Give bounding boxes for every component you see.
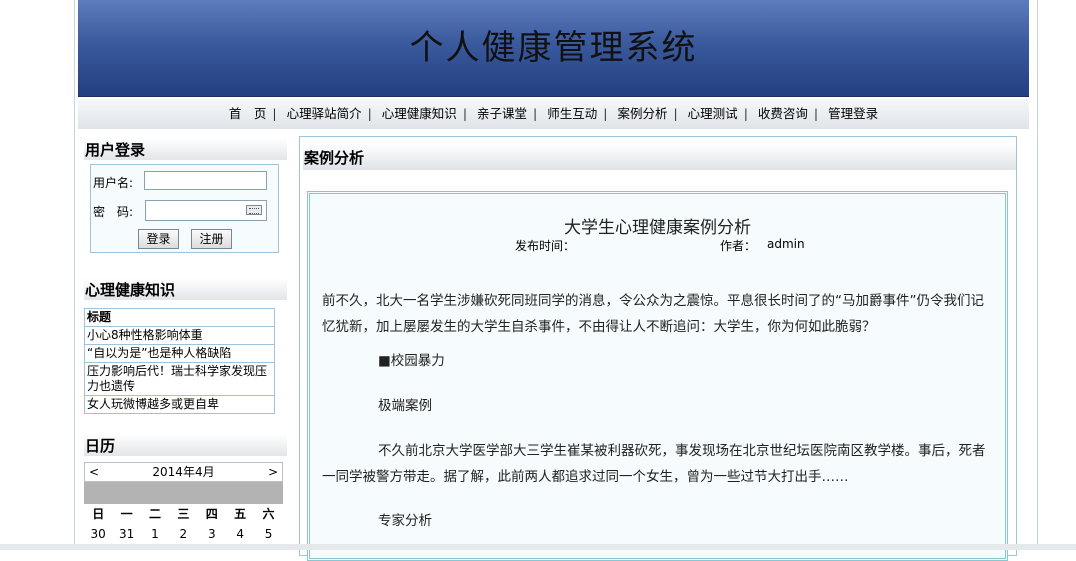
article-section-heading: ■校园暴力 [378,353,445,369]
weekday: 一 [120,507,133,521]
nav-home[interactable]: 首 页 [223,99,273,129]
nav-interaction[interactable]: 师生互动 [541,99,603,129]
username-label: 用户名: [93,176,134,190]
calendar-header: < 2014年4月 > [84,462,283,482]
calendar-band [84,482,283,504]
nav-separator: | [367,106,372,121]
article-title: 大学生心理健康案例分析 [564,218,751,238]
article-container [307,191,1008,561]
login-button[interactable]: 登录 [138,229,179,249]
author-label: 作者： [720,239,757,253]
nav-separator: | [533,106,538,121]
calendar-weekdays: 日 一 二 三 四 五 六 [84,504,283,524]
weekday: 二 [148,507,161,521]
nav-test[interactable]: 心理测试 [682,99,744,129]
knowledge-item[interactable]: 女人玩微博越多或更自卑 [84,395,275,414]
publish-time-label: 发布时间： [515,239,576,253]
nav-knowledge[interactable]: 心理健康知识 [376,99,463,129]
nav-separator: | [603,106,608,121]
login-form: 用户名: 密 码: 登录 注册 [90,164,279,253]
weekday: 六 [262,507,275,521]
login-title: 用户登录 [84,138,287,160]
calendar-week: 30 31 1 2 3 4 5 [84,524,283,544]
knowledge-header: 标题 [84,308,275,327]
calendar-day[interactable]: 5 [254,524,282,544]
calendar-day[interactable]: 31 [112,524,140,544]
nav-admin-login[interactable]: 管理登录 [822,99,884,129]
calendar-month: 2014年4月 [152,465,215,479]
nav-separator: | [673,106,678,121]
knowledge-item[interactable]: 小心8种性格影响体重 [84,326,275,345]
article-paragraph: 前不久，北大一名学生涉嫌砍死同班同学的消息，令公众为之震惊。平息很长时间了的“马… [322,293,984,335]
calendar-grid: 日 一 二 三 四 五 六 30 31 1 2 3 4 5 [84,504,283,544]
main-title: 案例分析 [303,144,1016,170]
site-title: 个人健康管理系统 [409,28,698,68]
calendar-day[interactable]: 4 [226,524,254,544]
nav-separator: | [813,106,819,121]
calendar: < 2014年4月 > 日 一 二 三 四 五 六 30 31 1 2 3 4 [84,462,283,550]
keyboard-icon[interactable] [246,205,262,215]
username-input[interactable] [144,171,267,190]
weekday: 日 [92,507,105,521]
knowledge-item[interactable]: “自以为是”也是种人格缺陷 [84,344,275,363]
calendar-day[interactable]: 30 [84,524,112,544]
nav-consult[interactable]: 收费咨询 [752,99,814,129]
nav-intro[interactable]: 心理驿站简介 [281,99,368,129]
article-subheading: 极端案例 [378,398,432,414]
window-bottom-edge [0,544,1076,550]
password-label: 密 码: [93,205,134,219]
article-subheading: 专家分析 [378,513,432,529]
calendar-day[interactable]: 1 [141,524,169,544]
knowledge-list: 标题 小心8种性格影响体重 “自以为是”也是种人格缺陷 压力影响后代！瑞士科学家… [84,308,275,414]
weekday: 三 [177,507,190,521]
author-name: admin [767,237,805,251]
calendar-next-icon[interactable]: > [268,463,278,481]
nav-cases[interactable]: 案例分析 [611,99,673,129]
article-paragraph: 不久前北京大学医学部大三学生崔某被利器砍死，事发现场在北京世纪坛医院南区教学楼。… [322,443,986,485]
weekday: 四 [205,507,218,521]
calendar-title: 日历 [84,434,287,456]
knowledge-title: 心理健康知识 [84,278,287,300]
nav-separator: | [272,106,277,121]
calendar-day[interactable]: 3 [198,524,226,544]
calendar-day[interactable]: 2 [169,524,197,544]
nav-parenting[interactable]: 亲子课堂 [471,99,533,129]
nav-separator: | [462,106,468,121]
calendar-prev-icon[interactable]: < [89,463,99,481]
main-nav: 首 页 | 心理驿站简介 | 心理健康知识 | 亲子课堂 | 师生互动 | 案例分析 | 心… [78,99,1029,129]
register-button[interactable]: 注册 [191,229,232,249]
site-banner: 个人健康管理系统 [78,0,1029,97]
knowledge-item[interactable]: 压力影响后代！瑞士科学家发现压力也遗传 [84,362,275,396]
password-input[interactable] [145,200,267,221]
nav-separator: | [743,106,748,121]
weekday: 五 [234,507,247,521]
